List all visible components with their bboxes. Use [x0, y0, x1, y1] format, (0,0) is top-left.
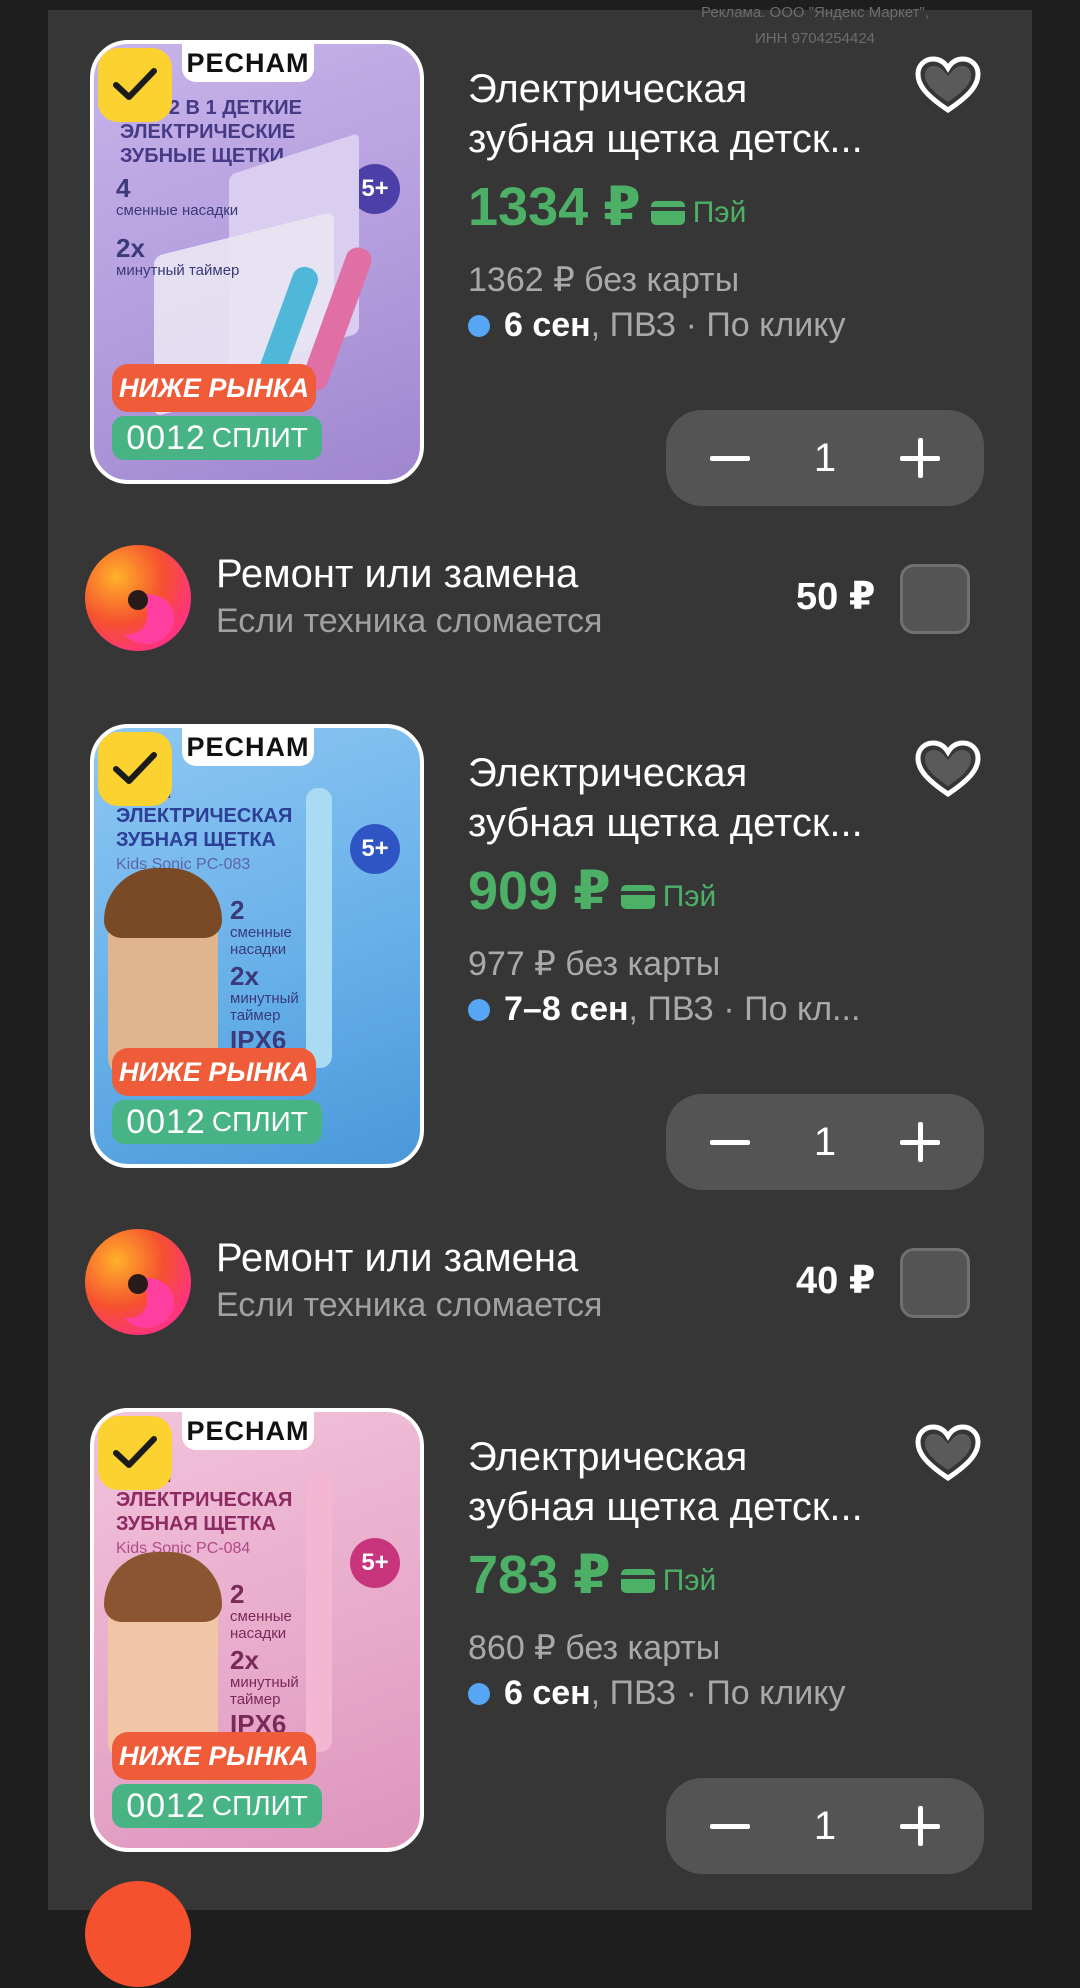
delivery-info: 6 сен, ПВЗ · По клику: [468, 1674, 846, 1713]
split-badge: 0012 СПЛИТ: [112, 1784, 322, 1828]
pay-label: Пэй: [620, 1564, 716, 1602]
checkmark-icon: [113, 68, 157, 100]
product-image[interactable]: PECHAM СКАЯ ЭЛЕКТРИЧЕСКАЯ ЗУБНАЯ ЩЕТКА K…: [90, 1408, 424, 1852]
price: 783 ₽: [468, 1545, 611, 1605]
decrease-button[interactable]: [706, 434, 754, 482]
price-without-card: 1362 ₽ без карты: [468, 261, 740, 299]
product-title[interactable]: Электрическая зубная щетка детск...: [468, 748, 908, 848]
cart-item: PECHAM СКАЯ ЭЛЕКТРИЧЕСКАЯ ЗУБНАЯ ЩЕТКА K…: [0, 724, 1080, 1194]
service-option: Ремонт или замена Если техника сломается…: [0, 544, 1080, 664]
delivery-dot-icon: [468, 998, 490, 1021]
price-without-card: 860 ₽ без карты: [468, 1629, 721, 1667]
checkmark-icon: [113, 752, 157, 784]
service-logo-icon: [85, 1229, 191, 1335]
checkmark-icon: [113, 1436, 157, 1468]
price-row: 909 ₽ Пэй: [468, 864, 716, 918]
delivery-info: 6 сен, ПВЗ · По клику: [468, 306, 846, 345]
increase-button[interactable]: [896, 434, 944, 482]
cart-item: PECHAM СКАЯ ЭЛЕКТРИЧЕСКАЯ ЗУБНАЯ ЩЕТКА K…: [0, 1408, 1080, 1878]
quantity-stepper: 1: [666, 410, 984, 506]
image-brand: PECHAM: [182, 728, 314, 766]
promo-label: НИЖЕ РЫНКА: [112, 364, 316, 412]
price-without-card: 977 ₽ без карты: [468, 945, 721, 983]
promo-label: НИЖЕ РЫНКА: [112, 1048, 316, 1096]
image-brand: PECHAM: [182, 1412, 314, 1450]
image-feature: 2 сменные насадки: [230, 895, 292, 958]
item-select-checkbox[interactable]: [98, 48, 172, 122]
heart-icon[interactable]: [914, 740, 982, 800]
product-title[interactable]: Электрическая зубная щетка детск...: [468, 64, 908, 164]
delivery-dot-icon: [468, 314, 490, 337]
split-badge: 0012 СПЛИТ: [112, 1100, 322, 1144]
service-logo-icon: [85, 1881, 191, 1987]
image-feature: 2х минутный таймер: [116, 233, 240, 279]
service-option: Ремонт или замена Если техника сломается…: [0, 1228, 1080, 1348]
quantity-value: 1: [813, 435, 837, 480]
price: 1334 ₽: [468, 177, 641, 237]
service-checkbox[interactable]: [900, 1248, 970, 1318]
item-select-checkbox[interactable]: [98, 1416, 172, 1490]
price-row: 1334 ₽ Пэй: [468, 180, 746, 234]
promo-label: НИЖЕ РЫНКА: [112, 1732, 316, 1780]
service-title: Ремонт или замена: [216, 1236, 579, 1280]
decrease-button[interactable]: [706, 1118, 754, 1166]
product-title[interactable]: Электрическая зубная щетка детск...: [468, 1432, 908, 1532]
service-price: 40 ₽: [796, 1260, 876, 1302]
product-image[interactable]: PECHAM СКАЯ ЭЛЕКТРИЧЕСКАЯ ЗУБНАЯ ЩЕТКА K…: [90, 724, 424, 1168]
service-logo-icon: [85, 545, 191, 651]
quantity-stepper: 1: [666, 1094, 984, 1190]
increase-button[interactable]: [896, 1802, 944, 1850]
image-feature: 4 сменные насадки: [116, 173, 239, 219]
decrease-button[interactable]: [706, 1802, 754, 1850]
price-row: 783 ₽ Пэй: [468, 1548, 716, 1602]
increase-button[interactable]: [896, 1118, 944, 1166]
heart-icon[interactable]: [914, 1424, 982, 1484]
image-feature: 2 сменные насадки: [230, 1579, 292, 1642]
heart-icon[interactable]: [914, 56, 982, 116]
quantity-value: 1: [813, 1119, 837, 1164]
cart-item: PECHAM БОР 2 В 1 ДЕТКИЕ ЭЛЕКТРИЧЕСКИЕ ЗУ…: [0, 40, 1080, 510]
product-image[interactable]: PECHAM БОР 2 В 1 ДЕТКИЕ ЭЛЕКТРИЧЕСКИЕ ЗУ…: [90, 40, 424, 484]
card-icon: [650, 201, 685, 225]
service-checkbox[interactable]: [900, 564, 970, 634]
pay-label: Пэй: [620, 880, 716, 918]
service-subtitle: Если техника сломается: [216, 1286, 603, 1324]
age-badge: 5+: [350, 1538, 400, 1588]
image-brand: PECHAM: [182, 44, 314, 82]
item-select-checkbox[interactable]: [98, 732, 172, 806]
image-feature: 2х минутный таймер: [230, 1645, 299, 1708]
quantity-stepper: 1: [666, 1778, 984, 1874]
quantity-value: 1: [813, 1803, 837, 1848]
card-icon: [620, 1569, 655, 1593]
delivery-dot-icon: [468, 1682, 490, 1705]
service-subtitle: Если техника сломается: [216, 602, 603, 640]
image-feature: 2х минутный таймер: [230, 961, 299, 1024]
service-title: Ремонт или замена: [216, 552, 579, 596]
price: 909 ₽: [468, 861, 611, 921]
pay-label: Пэй: [650, 196, 746, 234]
card-icon: [620, 885, 655, 909]
split-badge: 0012 СПЛИТ: [112, 416, 322, 460]
age-badge: 5+: [350, 824, 400, 874]
delivery-info: 7–8 сен, ПВЗ · По кл...: [468, 990, 860, 1029]
service-price: 50 ₽: [796, 576, 876, 618]
